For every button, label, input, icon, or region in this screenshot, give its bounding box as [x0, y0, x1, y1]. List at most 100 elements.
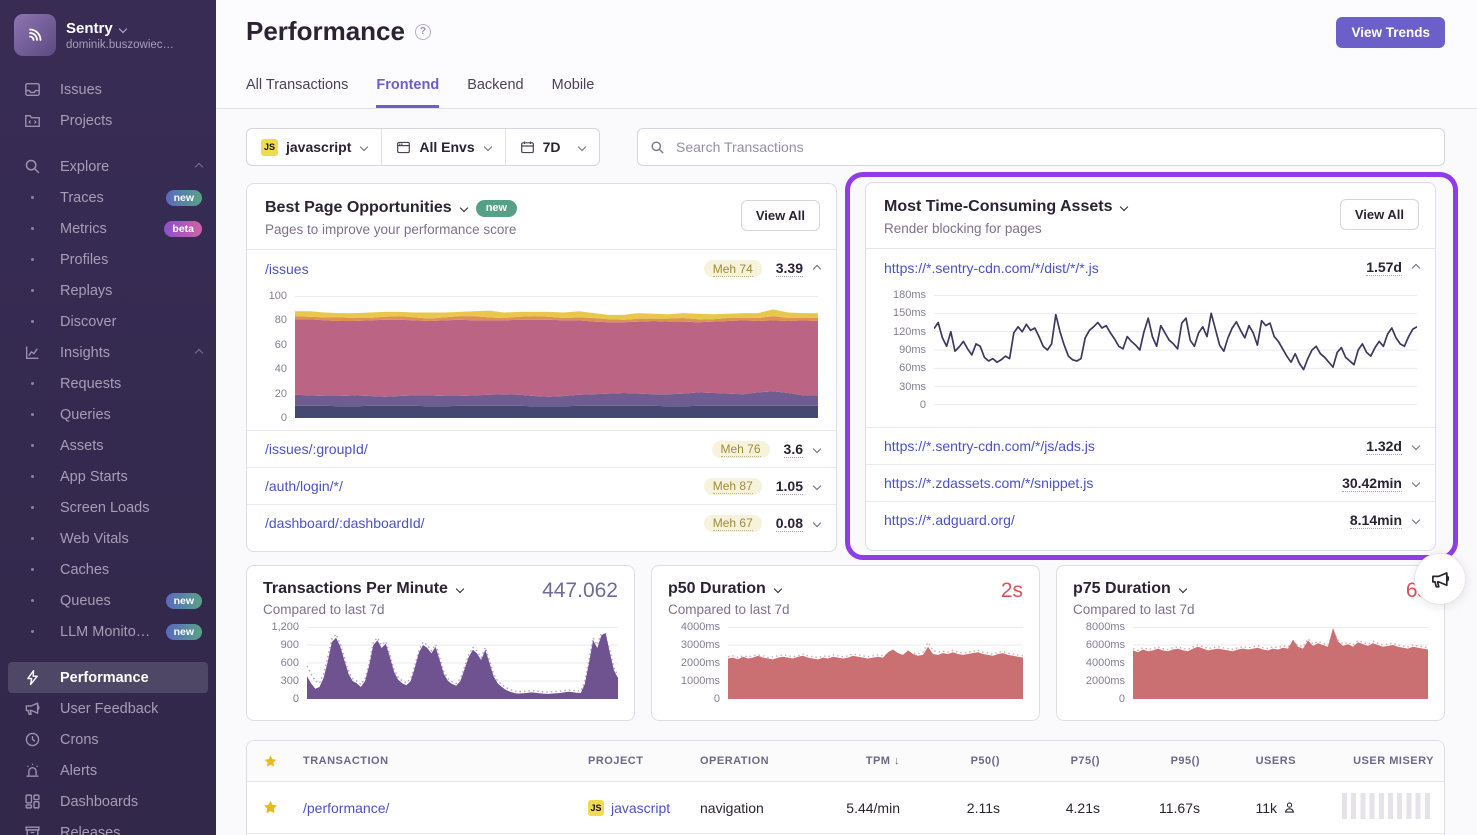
col-transaction[interactable]: TRANSACTION [293, 755, 578, 767]
sidebar-item-alerts[interactable]: Alerts [0, 755, 216, 786]
sidebar-item-insights[interactable]: Insights [0, 337, 216, 368]
sidebar-item-releases[interactable]: Releases [0, 817, 216, 835]
col-project[interactable]: PROJECT [578, 755, 690, 767]
tab-backend[interactable]: Backend [467, 77, 523, 108]
sidebar-item-explore[interactable]: Explore [0, 151, 216, 182]
star-icon[interactable] [247, 754, 293, 769]
sidebar-item-assets[interactable]: Assets [0, 430, 216, 461]
p50-value: 2s [1001, 579, 1023, 603]
sidebar-item-traces[interactable]: Traces new [0, 182, 216, 213]
col-p95[interactable]: P95() [1110, 755, 1210, 767]
y-axis-ticks: 4000ms3000ms2000ms1000ms0 [668, 627, 728, 699]
bullet-icon [22, 444, 42, 447]
sidebar-item-user-feedback[interactable]: User Feedback [0, 693, 216, 724]
chevron-down-icon[interactable] [456, 585, 464, 593]
sidebar-item-crons[interactable]: Crons [0, 724, 216, 755]
transaction-link[interactable]: /dashboard/:dashboardId/ [265, 515, 704, 531]
search-icon [650, 140, 665, 155]
panel-title[interactable]: Most Time-Consuming Assets [884, 198, 1112, 216]
asset-link[interactable]: https://*.sentry-cdn.com/*/dist/*/*.js [884, 260, 1366, 276]
sidebar-item-projects[interactable]: Projects [0, 105, 216, 136]
sidebar-item-issues[interactable]: Issues [0, 74, 216, 105]
date-range-filter[interactable]: 7D [505, 129, 599, 165]
chevron-down-icon[interactable] [1179, 585, 1187, 593]
chevron-down-icon[interactable] [1412, 479, 1420, 487]
col-users[interactable]: USERS [1210, 755, 1306, 767]
chevron-down-icon[interactable] [1120, 203, 1128, 211]
view-all-button[interactable]: View All [1340, 199, 1419, 230]
sidebar-item-performance[interactable]: Performance [8, 662, 208, 693]
sidebar-item-caches[interactable]: Caches [0, 554, 216, 585]
help-icon[interactable]: ? [415, 24, 431, 40]
sidebar-item-queries[interactable]: Queries [0, 399, 216, 430]
sidebar-item-llm-monitoring[interactable]: LLM Monito… new [0, 616, 216, 647]
panel-title[interactable]: Best Page Opportunities [265, 199, 452, 217]
project-filter[interactable]: JS javascript [247, 129, 381, 165]
sidebar-item-web-vitals[interactable]: Web Vitals [0, 523, 216, 554]
favorite-star-icon[interactable] [247, 799, 293, 816]
tab-frontend[interactable]: Frontend [376, 77, 439, 108]
megaphone-icon [22, 699, 42, 719]
card-title[interactable]: Transactions Per Minute [263, 580, 448, 598]
sidebar-item-profiles[interactable]: Profiles [0, 244, 216, 275]
p50-duration-card: p50 Duration 2s Compared to last 7d 4000… [651, 565, 1040, 721]
collapse-chevron-icon[interactable] [195, 162, 203, 170]
chevron-up-icon[interactable] [1412, 263, 1420, 271]
tpm-card: Transactions Per Minute 447.062 Compared… [246, 565, 635, 721]
card-title[interactable]: p75 Duration [1073, 580, 1171, 598]
beta-badge: beta [164, 221, 202, 237]
transaction-link[interactable]: /performance/ [303, 800, 389, 816]
search-input[interactable] [674, 138, 1444, 156]
view-trends-button[interactable]: View Trends [1336, 17, 1445, 48]
asset-link[interactable]: https://*.sentry-cdn.com/*/js/ads.js [884, 438, 1366, 454]
feedback-button[interactable] [1414, 553, 1466, 605]
col-tpm-sorted[interactable]: TPM ↓ [808, 755, 910, 767]
asset-row: https://*.adguard.org/ 8.14min [866, 501, 1435, 538]
chevron-up-icon[interactable] [813, 264, 821, 272]
asset-time-value: 1.32d [1366, 438, 1402, 455]
transaction-link[interactable]: /issues/:groupId/ [265, 441, 712, 457]
col-p75[interactable]: P75() [1010, 755, 1110, 767]
filter-bar: JS javascript All Envs 7D [246, 128, 600, 166]
bullet-icon [22, 599, 42, 602]
tab-mobile[interactable]: Mobile [552, 77, 595, 108]
chevron-down-icon[interactable] [459, 204, 467, 212]
view-all-button[interactable]: View All [741, 200, 820, 231]
col-user-misery[interactable]: USER MISERY [1306, 755, 1444, 767]
sidebar: Sentry dominik.buszowiec… Issues Project… [0, 0, 216, 835]
sidebar-item-app-starts[interactable]: App Starts [0, 461, 216, 492]
chevron-down-icon [118, 24, 126, 32]
sidebar-item-requests[interactable]: Requests [0, 368, 216, 399]
asset-link[interactable]: https://*.adguard.org/ [884, 512, 1350, 528]
tab-all-transactions[interactable]: All Transactions [246, 77, 348, 108]
sidebar-item-dashboards[interactable]: Dashboards [0, 786, 216, 817]
chevron-down-icon[interactable] [1412, 516, 1420, 524]
page-title: Performance [246, 16, 405, 47]
sentry-logo-icon [14, 14, 56, 56]
sidebar-item-queues[interactable]: Queues new [0, 585, 216, 616]
org-switcher[interactable]: Sentry dominik.buszowiec… [0, 0, 216, 66]
score-badge: Meh 74 [704, 260, 762, 277]
sidebar-item-screen-loads[interactable]: Screen Loads [0, 492, 216, 523]
window-icon [396, 140, 411, 155]
sidebar-item-replays[interactable]: Replays [0, 275, 216, 306]
card-title[interactable]: p50 Duration [668, 580, 766, 598]
chevron-down-icon[interactable] [774, 585, 782, 593]
project-link[interactable]: javascript [611, 800, 670, 816]
transaction-link[interactable]: /auth/login/*/ [265, 478, 704, 494]
environment-filter[interactable]: All Envs [381, 129, 504, 165]
sidebar-item-discover[interactable]: Discover [0, 306, 216, 337]
user-icon [1283, 801, 1296, 814]
chevron-down-icon[interactable] [813, 445, 821, 453]
asset-row-expanded: https://*.sentry-cdn.com/*/dist/*/*.js 1… [866, 249, 1435, 286]
chevron-down-icon[interactable] [813, 482, 821, 490]
opportunity-value: 3.39 [776, 260, 803, 277]
transaction-link[interactable]: /issues [265, 261, 704, 277]
col-operation[interactable]: OPERATION [690, 755, 808, 767]
chevron-down-icon[interactable] [813, 519, 821, 527]
collapse-chevron-icon[interactable] [195, 348, 203, 356]
asset-link[interactable]: https://*.zdassets.com/*/snippet.js [884, 475, 1342, 491]
col-p50[interactable]: P50() [910, 755, 1010, 767]
sidebar-item-metrics[interactable]: Metrics beta [0, 213, 216, 244]
chevron-down-icon[interactable] [1412, 442, 1420, 450]
